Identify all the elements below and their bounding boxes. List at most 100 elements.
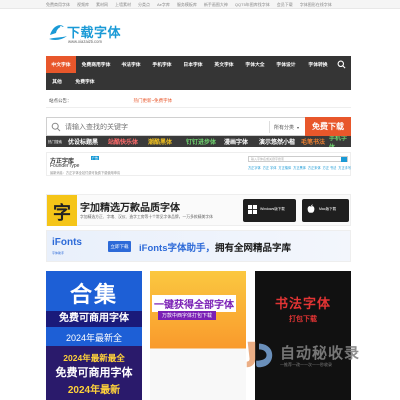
- founder-brand-panel: 方正字库 广告 FounderType 最新消息：方正字体全站付费可免费下载使用…: [46, 152, 351, 176]
- top-links: 免费商用字体 视频库 素材网 上墙素材 分类点 Ae字库 服务模板库 新手画图大神 QQT5年图…: [46, 0, 339, 9]
- zijia-ad-title: 字加精选万款品质字体: [80, 203, 180, 214]
- ifonts-ad-text-a: iFonts字体助手，: [139, 243, 215, 254]
- hot-search-row: 热门搜索 优设标题黑 站酷快乐体 潮酷黑体 钉钉进步体 漫画字体 演示悠然小楷 毛笔书法 手机…: [46, 136, 351, 147]
- watermark-logo-icon: [246, 341, 273, 368]
- brand-tag[interactable]: 方正手写: [338, 166, 351, 170]
- zijia-logo-letter: 字: [53, 203, 71, 223]
- nav-item[interactable]: 日本字体: [178, 56, 208, 73]
- tile2-title: 一键获得全部字体: [152, 295, 236, 312]
- nav-item[interactable]: 字体大全: [240, 56, 270, 73]
- top-link[interactable]: 视频库: [77, 2, 89, 8]
- tile1-year: 2024年最新全: [65, 333, 123, 343]
- brand-tag[interactable]: 方正 书法: [323, 166, 337, 170]
- zijia-ad-desc: 字加精选方正、字魂、汉仪、造字工房等十个常见字体品牌，一万多款精美字体: [80, 215, 213, 219]
- top-link[interactable]: 字体图形在线字体: [300, 2, 332, 8]
- nav-row-secondary: 其他 免费字体: [46, 73, 351, 90]
- search-button[interactable]: 免费下载: [305, 117, 351, 136]
- ifonts-download-button[interactable]: 立即下载: [108, 241, 131, 252]
- tile2-background: [150, 271, 246, 400]
- windows-icon: [248, 205, 257, 214]
- ifonts-ad-text-b: 拥有全网精品字库: [215, 243, 292, 254]
- chevron-down-icon: ▾: [297, 124, 300, 130]
- nav-item[interactable]: 免费字体: [68, 73, 102, 90]
- tile2-subtitle: 万款中西字体打包下载: [158, 311, 217, 320]
- nav-item[interactable]: 免费商用字体: [76, 56, 116, 73]
- hot-search-item[interactable]: 演示悠然小楷: [259, 137, 295, 146]
- top-link-bar: 免费商用字体 视频库 素材网 上墙素材 分类点 Ae字库 服务模板库 新手画图大神 QQT5年图…: [0, 0, 400, 9]
- ifonts-logo-sub: 字体助手: [52, 251, 65, 255]
- brand-name-en: FounderType: [50, 163, 80, 169]
- hot-search-item[interactable]: 毛笔书法: [301, 137, 325, 146]
- zijia-ad-banner[interactable]: 字 字加精选万款品质字体 字加精选方正、字魂、汉仪、造字工房等十个常见字体品牌，…: [46, 194, 351, 226]
- free-commercial-font-tile[interactable]: 合集 免费可商用字体 2024年最新全 2024年最新最全 免费可商用字体 20…: [46, 271, 142, 400]
- nav-item[interactable]: 手机字体: [146, 56, 178, 73]
- tile1-lower-panel: 2024年最新最全 免费可商用字体 2024年最新: [46, 346, 142, 400]
- notice-label: 站点公告：: [49, 97, 72, 103]
- nav-item[interactable]: 字体设计: [270, 56, 302, 73]
- hot-search-item[interactable]: 钉钉进步体: [186, 137, 216, 146]
- search-icon[interactable]: [337, 60, 346, 69]
- brand-tag[interactable]: 方正宋体: [308, 166, 321, 170]
- hot-search-item[interactable]: 潮酷黑体: [148, 137, 172, 146]
- ifonts-ad-banner[interactable]: iFonts 字体助手 立即下载 iFonts字体助手，拥有全网精品字库: [46, 230, 351, 262]
- watermark-text: 自动秘收录: [280, 345, 361, 362]
- nav-item[interactable]: 英文字体: [208, 56, 240, 73]
- hot-search-item[interactable]: 优设标题黑: [68, 137, 98, 146]
- brand-search-button[interactable]: [341, 157, 347, 162]
- nav-item[interactable]: 其他: [46, 73, 68, 90]
- brand-description: 最新消息：方正字体全站付费可免费下载使用申请: [50, 171, 121, 175]
- brand-tag[interactable]: 方正楷体: [278, 166, 291, 170]
- ad-badge: 广告: [91, 156, 100, 160]
- hot-search-item[interactable]: 站酷快乐体: [108, 137, 138, 146]
- mac-download-button[interactable]: Mac版下载: [302, 199, 349, 222]
- watermark: 自动秘收录 一推荐一改一一次一一秒收录: [240, 330, 400, 390]
- top-link[interactable]: Ae字库: [157, 2, 170, 8]
- brand-tag[interactable]: 方正字体: [248, 166, 261, 170]
- search-icon: [51, 122, 61, 132]
- top-link[interactable]: 分类点: [138, 2, 150, 8]
- tile1-title: 合集: [69, 282, 118, 307]
- top-link[interactable]: QQT5年图库找字体: [235, 2, 270, 8]
- nav-item[interactable]: 字体转换: [302, 56, 334, 73]
- search-input[interactable]: [65, 120, 245, 134]
- brand-search-placeholder: 输入字体名或关键字搜索: [251, 157, 285, 161]
- hot-search-item[interactable]: 手机字体: [329, 136, 351, 147]
- apple-icon: [307, 204, 315, 213]
- top-link[interactable]: 服务模板库: [177, 2, 197, 8]
- tile3-title: 书法字体: [274, 296, 331, 311]
- all-fonts-pack-tile[interactable]: 一键获得全部字体 万款中西字体打包下载: [150, 271, 246, 400]
- nav-item[interactable]: 中文字体: [46, 56, 76, 73]
- tile1-lower-line3: 2024年最新: [67, 385, 121, 396]
- tile3-subtitle: 打包下载: [289, 316, 317, 323]
- notice-message[interactable]: 热门更新~免费字体: [134, 98, 173, 104]
- site-notice: 站点公告： 热门更新~免费字体: [46, 94, 351, 108]
- watermark-subtext: 一推荐一改一一次一一秒收录: [280, 362, 332, 367]
- brand-search-input[interactable]: 输入字体名或关键字搜索: [248, 156, 348, 162]
- tile1-subtitle: 免费可商用字体: [46, 311, 142, 327]
- top-link[interactable]: 新手画图大神: [204, 2, 228, 8]
- hot-search-label: 热门搜索: [48, 140, 62, 144]
- windows-download-button[interactable]: Windows版下载: [243, 199, 296, 222]
- ifonts-logo: iFonts: [52, 237, 82, 248]
- logo-url: www.xiazaizti.com: [68, 39, 102, 44]
- site-logo[interactable]: 下载字体 www.xiazaizti.com: [47, 17, 177, 47]
- main-nav: 中文字体 免费商用字体 书法字体 手机字体 日本字体 英文字体 字体大全 字体设计 字体转换 其…: [46, 56, 351, 90]
- search-bar: 所有分类 ▾ 免费下载: [46, 117, 351, 136]
- tile1-lower-line2: 免费可商用字体: [55, 367, 133, 379]
- category-select[interactable]: 所有分类 ▾: [269, 121, 303, 133]
- top-link[interactable]: 素材网: [96, 2, 108, 8]
- hot-search-item[interactable]: 漫画字体: [224, 137, 248, 146]
- nav-row-primary: 中文字体 免费商用字体 书法字体 手机字体 日本字体 英文字体 字体大全 字体设计 字体转换: [46, 56, 351, 73]
- mac-download-label: Mac版下载: [319, 207, 337, 211]
- windows-download-label: Windows版下载: [260, 207, 285, 211]
- top-link[interactable]: 上墙素材: [115, 2, 131, 8]
- zijia-logo-icon: 字: [47, 195, 77, 226]
- ifonts-ad-text: iFonts字体助手，拥有全网精品字库: [139, 240, 291, 254]
- tile1-lower-line1: 2024年最新最全: [63, 353, 125, 363]
- brand-tag-list: 方正字体 方正 字体 方正楷体 方正黑体 方正宋体 方正 书法 方正手写: [248, 165, 353, 170]
- top-link[interactable]: 免费商用字体: [46, 2, 70, 8]
- brand-tag[interactable]: 方正 字体: [263, 166, 277, 170]
- brand-tag[interactable]: 方正黑体: [293, 166, 306, 170]
- nav-item[interactable]: 书法字体: [116, 56, 146, 73]
- top-link[interactable]: 会员下载: [277, 2, 293, 8]
